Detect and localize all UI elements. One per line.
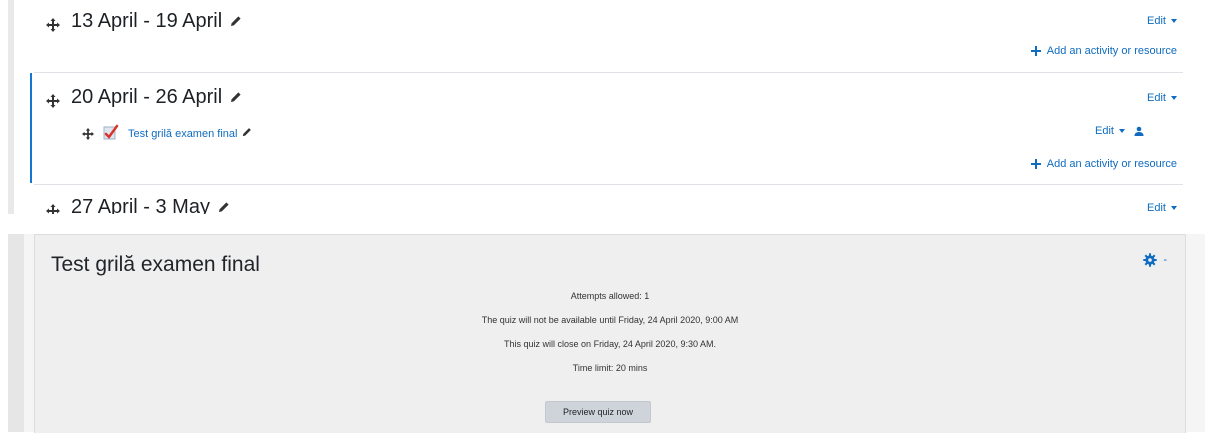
move-icon[interactable] — [46, 201, 60, 214]
quiz-icon — [102, 123, 120, 144]
add-activity-label: Add an activity or resource — [1046, 158, 1177, 170]
quiz-time-limit: Time limit: 20 mins — [572, 363, 648, 373]
pencil-icon[interactable] — [230, 86, 242, 109]
section-title[interactable]: 27 April - 3 May — [71, 196, 210, 214]
move-icon[interactable] — [82, 127, 94, 140]
move-icon[interactable] — [46, 15, 60, 32]
section-20-april: 20 April - 26 April Edit Test grilă exam… — [34, 73, 1183, 183]
section-title-row: 20 April - 26 April — [46, 86, 242, 109]
plus-icon — [1030, 46, 1041, 56]
current-section-indicator — [30, 73, 32, 183]
section-title-row: 13 April - 19 April — [46, 10, 242, 33]
activity-edit-menu[interactable]: Edit — [1095, 125, 1144, 137]
course-sections-panel: 13 April - 19 April Edit Add an activity… — [0, 0, 1205, 214]
pencil-icon[interactable] — [230, 10, 242, 33]
section-13-april: 13 April - 19 April Edit Add an activity… — [34, 0, 1183, 72]
plus-icon — [1030, 159, 1041, 169]
edit-label: Edit — [1147, 15, 1166, 27]
pencil-icon[interactable] — [218, 196, 230, 214]
left-strip — [8, 234, 24, 432]
quiz-info-card: Test grilă examen final - Attempts allow… — [34, 234, 1186, 433]
section-edit-menu[interactable]: Edit — [1147, 15, 1177, 27]
move-icon[interactable] — [46, 91, 60, 108]
quiz-close-date: This quiz will close on Friday, 24 April… — [504, 339, 716, 349]
edit-label: Edit — [1147, 202, 1166, 214]
panel-gap — [0, 214, 1205, 234]
activity-quiz-row: Test grilă examen final — [82, 123, 252, 144]
gear-icon — [1143, 253, 1158, 267]
section-title[interactable]: 20 April - 26 April — [71, 86, 222, 109]
preview-quiz-button[interactable]: Preview quiz now — [545, 401, 651, 423]
section-27-april: 27 April - 3 May Edit — [34, 185, 1183, 214]
caret-down-icon — [1171, 206, 1177, 210]
quiz-page-panel: Test grilă examen final - Attempts allow… — [8, 234, 1205, 433]
add-activity-label: Add an activity or resource — [1046, 45, 1177, 57]
caret-down-icon — [1171, 19, 1177, 23]
edit-label: Edit — [1147, 92, 1166, 104]
add-activity-link[interactable]: Add an activity or resource — [1030, 45, 1177, 57]
caret-down-icon — [1119, 129, 1125, 133]
add-activity-link[interactable]: Add an activity or resource — [1030, 158, 1177, 170]
user-icon[interactable] — [1134, 126, 1144, 136]
quiz-open-date: The quiz will not be available until Fri… — [481, 315, 739, 325]
caret-down-icon — [1171, 96, 1177, 100]
section-edit-menu[interactable]: Edit — [1147, 202, 1177, 214]
dropdown-indicator: - — [1163, 254, 1167, 266]
activity-link[interactable]: Test grilă examen final — [128, 128, 237, 140]
edit-label: Edit — [1095, 125, 1114, 137]
quiz-title: Test grilă examen final — [51, 253, 260, 276]
pencil-icon[interactable] — [242, 127, 252, 140]
section-title-row: 27 April - 3 May — [46, 196, 230, 214]
left-gutter — [8, 0, 14, 214]
section-edit-menu[interactable]: Edit — [1147, 92, 1177, 104]
quiz-actions-menu[interactable]: - — [1143, 253, 1167, 267]
section-title[interactable]: 13 April - 19 April — [71, 10, 222, 33]
quiz-attempts: Attempts allowed: 1 — [570, 291, 650, 301]
